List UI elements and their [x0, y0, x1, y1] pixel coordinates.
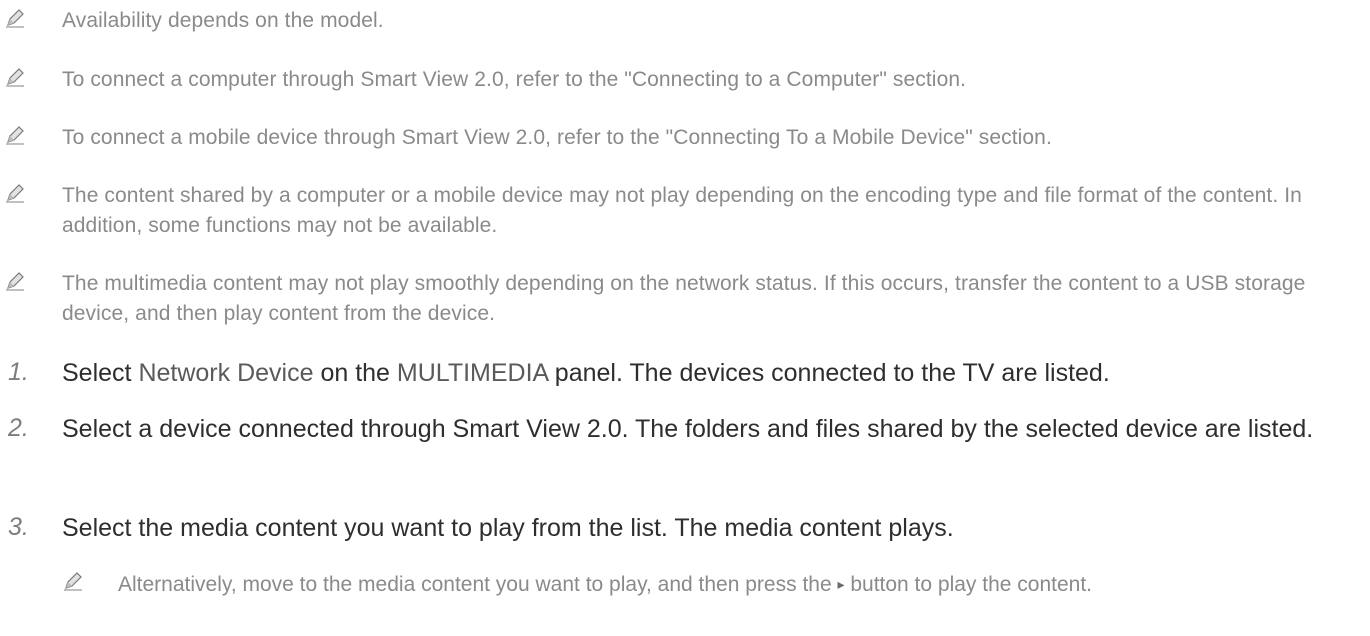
note-text: Availability depends on the model. [62, 9, 384, 32]
step-text-part: Select [62, 359, 139, 387]
note-text: To connect a computer through Smart View… [62, 68, 967, 91]
step-number: 3. [8, 513, 29, 541]
step-text-part: on the [313, 359, 397, 387]
ui-term-multimedia: MULTIMEDIA [396, 359, 548, 387]
step-text: Select a device connected through Smart … [62, 415, 1314, 443]
pencil-icon [64, 572, 82, 591]
step-text: Select Network Device on the MULTIMEDIA … [62, 354, 1352, 392]
sub-note-text: Alternatively, move to the media content… [118, 569, 1348, 600]
pencil-icon [6, 272, 24, 291]
pencil-icon [6, 68, 24, 87]
step-number: 1. [8, 358, 29, 386]
note-text: The content shared by a computer or a mo… [62, 184, 1302, 237]
pencil-icon [6, 184, 24, 203]
play-button-glyph: ▸ [837, 576, 845, 592]
step-number: 2. [8, 414, 29, 442]
note-text: To connect a mobile device through Smart… [62, 126, 1052, 149]
sub-note-text-part: Alternatively, move to the media content… [118, 573, 838, 596]
manual-page: Availability depends on the model. To co… [0, 0, 1370, 636]
step-text-part: panel. The devices connected to the TV a… [547, 359, 1110, 387]
pencil-icon [6, 9, 24, 28]
ui-term-network-device: Network Device [138, 359, 314, 387]
sub-note-text-part: button to play the content. [844, 573, 1093, 596]
step-text: Select the media content you want to pla… [62, 514, 954, 542]
pencil-icon [6, 126, 24, 145]
note-text: The multimedia content may not play smoo… [62, 272, 1306, 325]
